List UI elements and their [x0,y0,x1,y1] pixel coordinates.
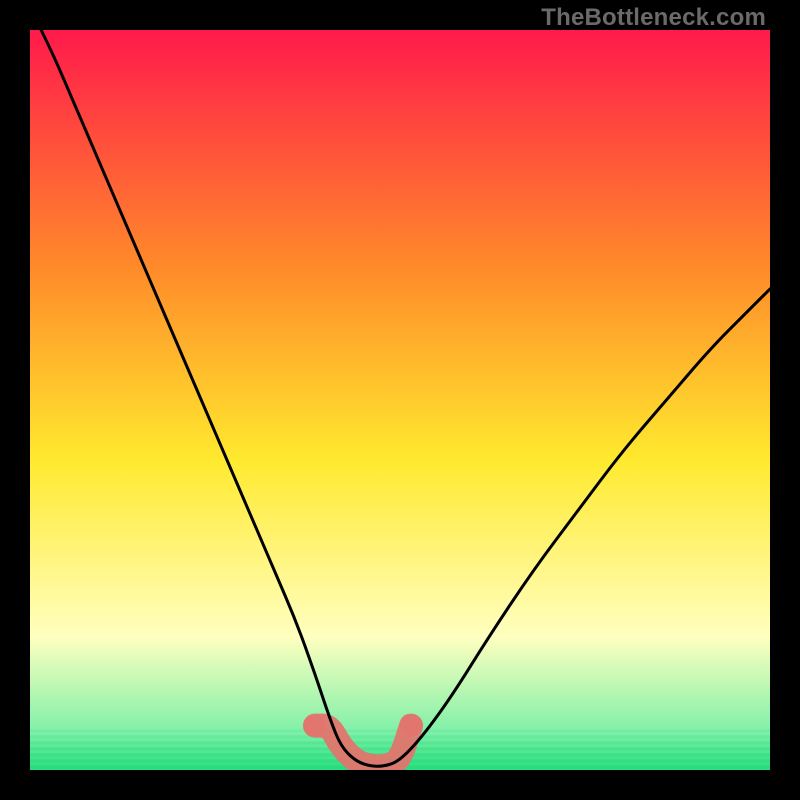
outer-frame: TheBottleneck.com [0,0,800,800]
watermark-text: TheBottleneck.com [541,4,766,32]
gradient-background [30,30,770,770]
sweet-spot-endpoint [304,715,326,737]
bottleneck-chart [30,30,770,770]
sweet-spot-endpoint [400,715,422,737]
plot-area [30,30,770,770]
